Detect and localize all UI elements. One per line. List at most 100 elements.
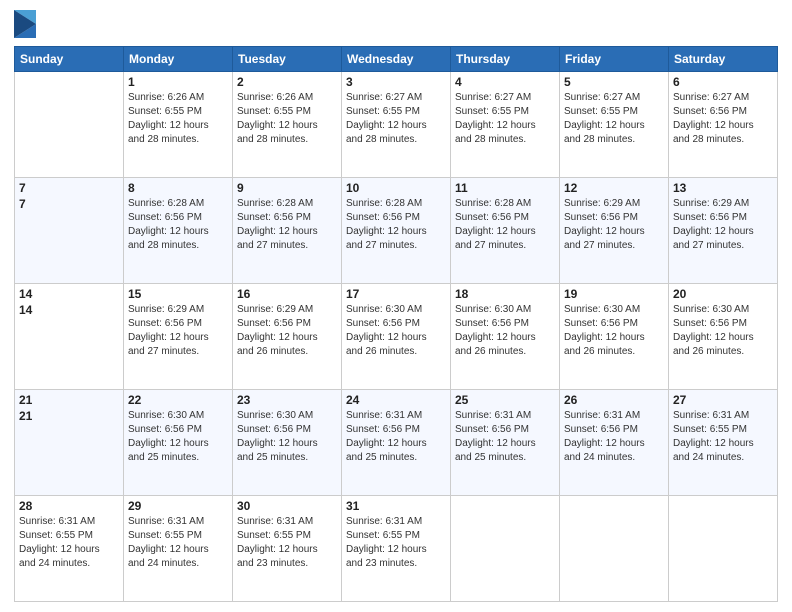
day-info: Sunrise: 6:31 AMSunset: 6:56 PMDaylight:… xyxy=(455,409,555,465)
calendar-header-monday: Monday xyxy=(124,47,233,72)
day-number: 6 xyxy=(673,75,773,89)
calendar-cell: 29 Sunrise: 6:31 AMSunset: 6:55 PMDayligh… xyxy=(124,496,233,602)
day-number: 14 xyxy=(19,303,119,317)
day-info: Sunrise: 6:27 AMSunset: 6:56 PMDaylight:… xyxy=(673,91,773,147)
day-info: Sunrise: 6:26 AMSunset: 6:55 PMDaylight:… xyxy=(128,91,228,147)
day-number: 3 xyxy=(346,75,446,89)
calendar-cell: 77 xyxy=(15,178,124,284)
day-info: Sunrise: 6:30 AMSunset: 6:56 PMDaylight:… xyxy=(673,303,773,359)
calendar-cell xyxy=(669,496,778,602)
day-number: 16 xyxy=(237,287,337,301)
day-info: Sunrise: 6:29 AMSunset: 6:56 PMDaylight:… xyxy=(237,303,337,359)
logo-icon xyxy=(14,10,36,38)
day-info: Sunrise: 6:30 AMSunset: 6:56 PMDaylight:… xyxy=(128,409,228,465)
day-info: Sunrise: 6:28 AMSunset: 6:56 PMDaylight:… xyxy=(455,197,555,253)
calendar-header-row: SundayMondayTuesdayWednesdayThursdayFrid… xyxy=(15,47,778,72)
day-info: Sunrise: 6:28 AMSunset: 6:56 PMDaylight:… xyxy=(346,197,446,253)
calendar-cell: 19 Sunrise: 6:30 AMSunset: 6:56 PMDayligh… xyxy=(560,284,669,390)
day-number: 18 xyxy=(455,287,555,301)
day-number: 9 xyxy=(237,181,337,195)
calendar-header-saturday: Saturday xyxy=(669,47,778,72)
calendar-cell: 28Sunrise: 6:31 AMSunset: 6:55 PMDayligh… xyxy=(15,496,124,602)
day-number: 1 xyxy=(128,75,228,89)
calendar-cell: 2121 xyxy=(15,390,124,496)
calendar-week-5: 28Sunrise: 6:31 AMSunset: 6:55 PMDayligh… xyxy=(15,496,778,602)
calendar-cell: 23 Sunrise: 6:30 AMSunset: 6:56 PMDayligh… xyxy=(233,390,342,496)
calendar-cell xyxy=(560,496,669,602)
calendar-header-thursday: Thursday xyxy=(451,47,560,72)
day-number: 14 xyxy=(19,287,119,301)
day-number: 23 xyxy=(237,393,337,407)
day-number: 20 xyxy=(673,287,773,301)
header xyxy=(14,10,778,38)
calendar-cell: 24 Sunrise: 6:31 AMSunset: 6:56 PMDayligh… xyxy=(342,390,451,496)
calendar-cell: 5Sunrise: 6:27 AMSunset: 6:55 PMDaylight… xyxy=(560,72,669,178)
calendar-header-sunday: Sunday xyxy=(15,47,124,72)
calendar-cell xyxy=(15,72,124,178)
logo xyxy=(14,10,38,38)
calendar-cell: 22Sunrise: 6:30 AMSunset: 6:56 PMDayligh… xyxy=(124,390,233,496)
calendar-header-tuesday: Tuesday xyxy=(233,47,342,72)
calendar-cell: 6 Sunrise: 6:27 AMSunset: 6:56 PMDaylight… xyxy=(669,72,778,178)
day-number: 21 xyxy=(19,393,119,407)
day-info: Sunrise: 6:31 AMSunset: 6:55 PMDaylight:… xyxy=(346,515,446,571)
day-info: Sunrise: 6:27 AMSunset: 6:55 PMDaylight:… xyxy=(564,91,664,147)
calendar-cell: 16 Sunrise: 6:29 AMSunset: 6:56 PMDayligh… xyxy=(233,284,342,390)
day-number: 13 xyxy=(673,181,773,195)
day-number: 27 xyxy=(673,393,773,407)
calendar-cell: 15Sunrise: 6:29 AMSunset: 6:56 PMDayligh… xyxy=(124,284,233,390)
day-info: Sunrise: 6:29 AMSunset: 6:56 PMDaylight:… xyxy=(673,197,773,253)
day-number: 30 xyxy=(237,499,337,513)
calendar-cell: 11 Sunrise: 6:28 AMSunset: 6:56 PMDayligh… xyxy=(451,178,560,284)
day-number: 2 xyxy=(237,75,337,89)
calendar-week-3: 141415Sunrise: 6:29 AMSunset: 6:56 PMDay… xyxy=(15,284,778,390)
day-number: 25 xyxy=(455,393,555,407)
calendar-cell: 1 Sunrise: 6:26 AMSunset: 6:55 PMDaylight… xyxy=(124,72,233,178)
day-number: 8 xyxy=(128,181,228,195)
day-number: 19 xyxy=(564,287,664,301)
calendar-cell: 18Sunrise: 6:30 AMSunset: 6:56 PMDayligh… xyxy=(451,284,560,390)
day-info: Sunrise: 6:30 AMSunset: 6:56 PMDaylight:… xyxy=(346,303,446,359)
calendar-cell: 9 Sunrise: 6:28 AMSunset: 6:56 PMDaylight… xyxy=(233,178,342,284)
day-number: 11 xyxy=(455,181,555,195)
calendar-cell: 25 Sunrise: 6:31 AMSunset: 6:56 PMDayligh… xyxy=(451,390,560,496)
day-number: 17 xyxy=(346,287,446,301)
day-info: Sunrise: 6:31 AMSunset: 6:56 PMDaylight:… xyxy=(564,409,664,465)
calendar-cell: 13 Sunrise: 6:29 AMSunset: 6:56 PMDayligh… xyxy=(669,178,778,284)
day-info: Sunrise: 6:31 AMSunset: 6:55 PMDaylight:… xyxy=(19,515,119,571)
day-number: 21 xyxy=(19,409,119,423)
calendar-cell: 4 Sunrise: 6:27 AMSunset: 6:55 PMDaylight… xyxy=(451,72,560,178)
day-info: Sunrise: 6:28 AMSunset: 6:56 PMDaylight:… xyxy=(128,197,228,253)
calendar-cell: 2Sunrise: 6:26 AMSunset: 6:55 PMDaylight… xyxy=(233,72,342,178)
calendar-week-4: 212122Sunrise: 6:30 AMSunset: 6:56 PMDay… xyxy=(15,390,778,496)
calendar-header-friday: Friday xyxy=(560,47,669,72)
day-number: 29 xyxy=(128,499,228,513)
calendar-cell xyxy=(451,496,560,602)
calendar-cell: 1414 xyxy=(15,284,124,390)
calendar-cell: 26Sunrise: 6:31 AMSunset: 6:56 PMDayligh… xyxy=(560,390,669,496)
day-info: Sunrise: 6:31 AMSunset: 6:56 PMDaylight:… xyxy=(346,409,446,465)
calendar-cell: 20 Sunrise: 6:30 AMSunset: 6:56 PMDayligh… xyxy=(669,284,778,390)
day-info: Sunrise: 6:30 AMSunset: 6:56 PMDaylight:… xyxy=(564,303,664,359)
calendar-cell: 30 Sunrise: 6:31 AMSunset: 6:55 PMDayligh… xyxy=(233,496,342,602)
day-info: Sunrise: 6:31 AMSunset: 6:55 PMDaylight:… xyxy=(237,515,337,571)
day-info: Sunrise: 6:27 AMSunset: 6:55 PMDaylight:… xyxy=(455,91,555,147)
calendar-cell: 3Sunrise: 6:27 AMSunset: 6:55 PMDaylight… xyxy=(342,72,451,178)
day-info: Sunrise: 6:29 AMSunset: 6:56 PMDaylight:… xyxy=(128,303,228,359)
calendar-cell: 10 Sunrise: 6:28 AMSunset: 6:56 PMDayligh… xyxy=(342,178,451,284)
day-info: Sunrise: 6:29 AMSunset: 6:56 PMDaylight:… xyxy=(564,197,664,253)
day-number: 31 xyxy=(346,499,446,513)
day-number: 12 xyxy=(564,181,664,195)
day-number: 24 xyxy=(346,393,446,407)
day-info: Sunrise: 6:31 AMSunset: 6:55 PMDaylight:… xyxy=(128,515,228,571)
calendar-week-2: 77 8 Sunrise: 6:28 AMSunset: 6:56 PMDaylig… xyxy=(15,178,778,284)
day-number: 4 xyxy=(455,75,555,89)
day-number: 7 xyxy=(19,197,119,211)
day-info: Sunrise: 6:28 AMSunset: 6:56 PMDaylight:… xyxy=(237,197,337,253)
day-info: Sunrise: 6:30 AMSunset: 6:56 PMDaylight:… xyxy=(237,409,337,465)
calendar-cell: 17 Sunrise: 6:30 AMSunset: 6:56 PMDayligh… xyxy=(342,284,451,390)
calendar-table: SundayMondayTuesdayWednesdayThursdayFrid… xyxy=(14,46,778,602)
calendar-week-1: 1 Sunrise: 6:26 AMSunset: 6:55 PMDaylight… xyxy=(15,72,778,178)
day-number: 10 xyxy=(346,181,446,195)
calendar-header-wednesday: Wednesday xyxy=(342,47,451,72)
